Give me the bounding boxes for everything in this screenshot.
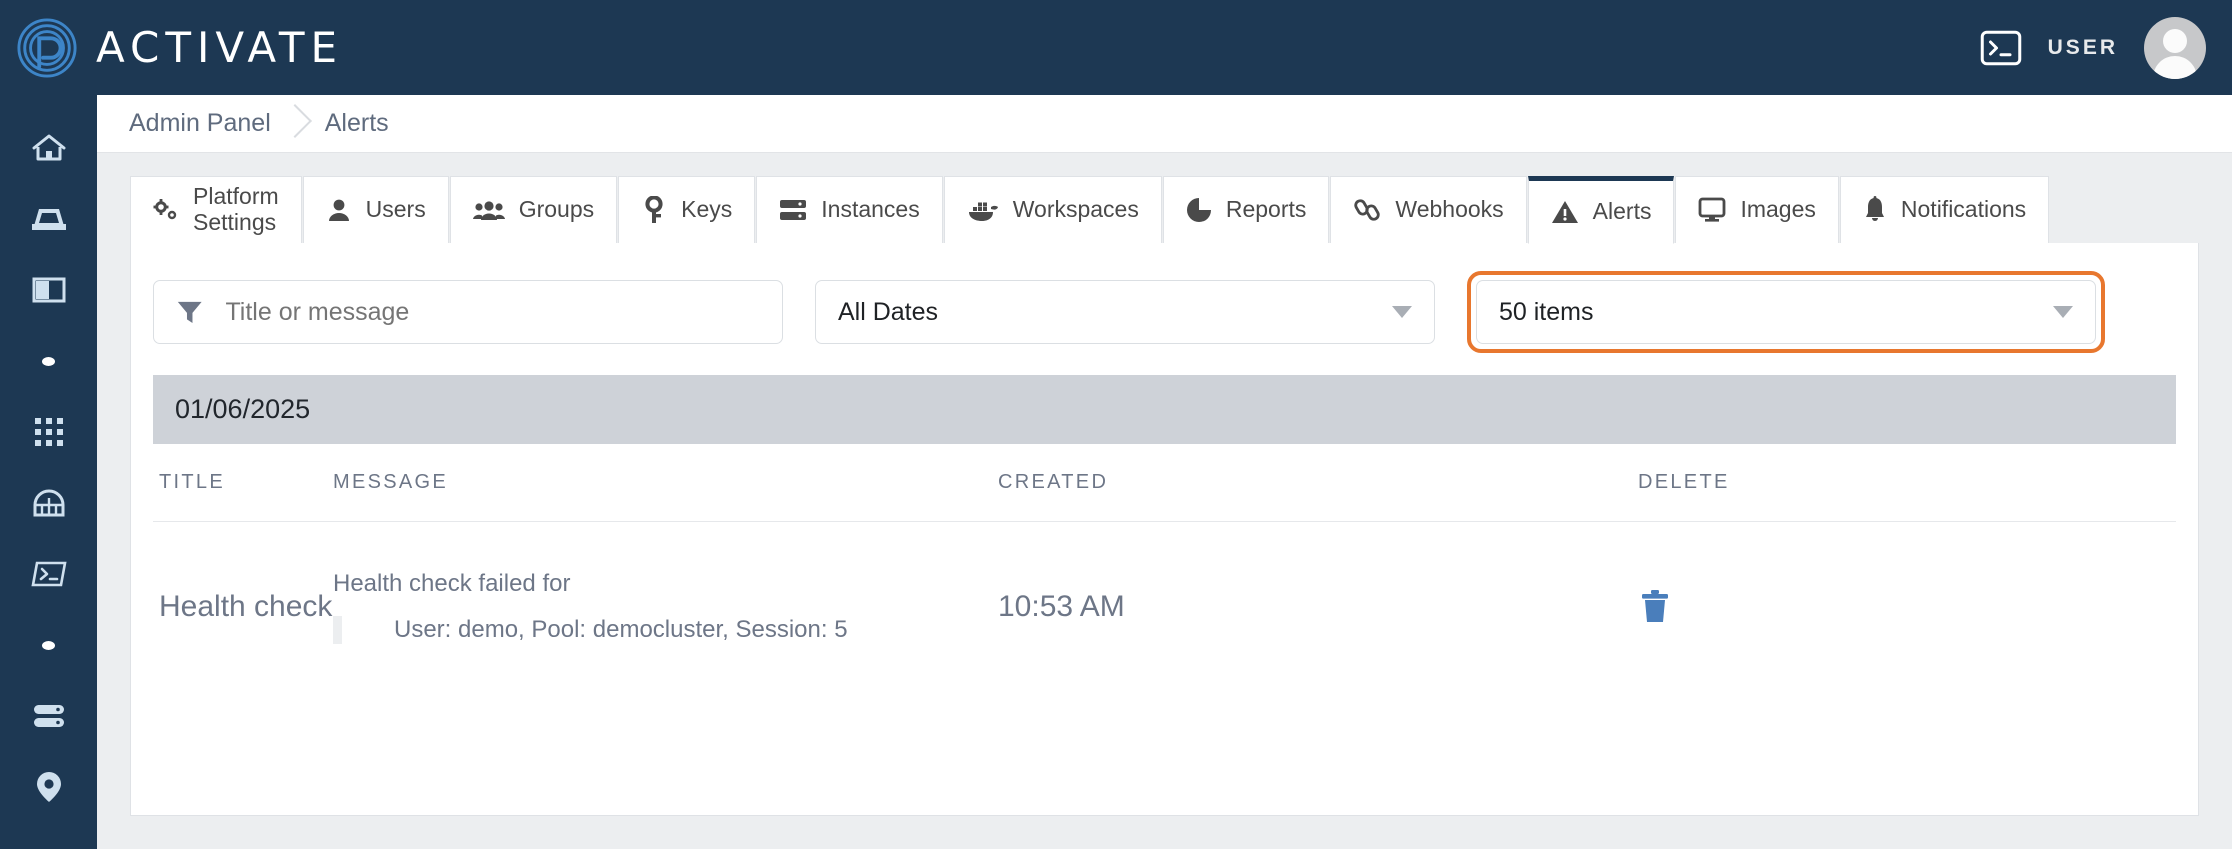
breadcrumb-item-admin-panel[interactable]: Admin Panel — [129, 109, 271, 138]
top-bar: ACTIVATE USER — [0, 0, 2232, 95]
breadcrumb-item-alerts[interactable]: Alerts — [325, 109, 389, 138]
sidebar-item-inbox[interactable] — [0, 194, 97, 244]
dot-icon — [42, 640, 55, 650]
terminal-icon[interactable] — [1980, 30, 2022, 66]
column-header-message: MESSAGE — [333, 471, 449, 493]
avatar[interactable] — [2144, 16, 2206, 79]
tab-label: Workspaces — [1012, 196, 1139, 223]
date-filter-select[interactable]: All Dates — [815, 280, 1435, 344]
date-group-label: 01/06/2025 — [175, 394, 311, 424]
sidebar-item-gateway[interactable] — [0, 478, 97, 528]
column-header-title: TITLE — [159, 471, 225, 493]
top-bar-actions: USER — [1980, 16, 2206, 79]
tab-images[interactable]: Images — [1675, 176, 1839, 244]
tab-reports[interactable]: Reports — [1162, 176, 1330, 244]
docker-icon — [967, 198, 999, 222]
tab-alerts[interactable]: Alerts — [1527, 176, 1675, 244]
filter-funnel-icon — [177, 301, 202, 323]
sidebar-item-servers[interactable] — [0, 691, 97, 741]
sidebar-item-apps[interactable] — [0, 407, 97, 457]
tab-label: Groups — [518, 196, 595, 223]
sidebar-item-dot-2[interactable] — [0, 620, 97, 670]
brand[interactable]: ACTIVATE — [16, 17, 343, 79]
breadcrumb: Admin Panel Alerts — [97, 95, 2232, 153]
tab-keys[interactable]: Keys — [618, 176, 756, 244]
date-filter-value: All Dates — [838, 297, 939, 326]
dot-icon — [42, 356, 55, 366]
page-size-select[interactable]: 50 items — [1476, 280, 2096, 344]
tab-label: Users — [365, 196, 426, 223]
key-icon — [641, 196, 667, 224]
avatar-head — [2163, 28, 2187, 53]
panel-layout-icon — [32, 277, 65, 303]
sidebar-item-home[interactable] — [0, 123, 97, 173]
bell-icon — [1863, 196, 1887, 224]
chevron-down-icon — [2053, 306, 2073, 318]
table-row: Health check Health check failed for Use… — [153, 522, 2176, 692]
breadcrumb-separator-icon — [271, 95, 325, 153]
pie-chart-icon — [1186, 197, 1212, 223]
tab-label: Alerts — [1592, 198, 1652, 225]
tab-users[interactable]: Users — [302, 176, 449, 244]
alert-delete-cell — [1638, 589, 1938, 625]
tab-webhooks[interactable]: Webhooks — [1330, 176, 1527, 244]
inbox-tray-icon — [31, 209, 66, 230]
tab-label: Reports — [1225, 196, 1307, 223]
tab-label: Webhooks — [1395, 196, 1504, 223]
sidebar-item-panels[interactable] — [0, 265, 97, 315]
tab-label: Images — [1740, 196, 1816, 223]
alert-message-line: Health check failed for — [333, 570, 571, 597]
page-size-highlight: 50 items — [1467, 271, 2105, 353]
alerts-panel: All Dates 50 items 01/06/2025 TITLE MESS… — [130, 243, 2199, 816]
tab-label: Instances — [821, 196, 920, 223]
content-area: Admin Panel Alerts Platform Settings Use… — [97, 95, 2232, 849]
search-input-wrapper[interactable] — [153, 280, 783, 344]
page-size-value: 50 items — [1499, 297, 1594, 326]
monitor-icon — [1698, 197, 1726, 223]
tab-instances[interactable]: Instances — [756, 176, 943, 244]
tab-platform-settings[interactable]: Platform Settings — [130, 176, 302, 244]
avatar-body — [2153, 55, 2197, 79]
sidebar-item-terminal[interactable] — [0, 549, 97, 599]
column-header-created: CREATED — [998, 471, 1109, 493]
link-icon — [1353, 196, 1381, 224]
trash-icon[interactable] — [1638, 589, 1672, 625]
search-input[interactable] — [225, 297, 760, 327]
user-label: USER — [2047, 35, 2118, 59]
tunnel-arch-icon — [33, 489, 64, 517]
sidebar-item-location[interactable] — [0, 762, 97, 812]
terminal-icon — [30, 561, 67, 587]
server-stack-icon — [33, 705, 64, 727]
tab-label: Keys — [681, 196, 733, 223]
table-header-row: TITLE MESSAGE CREATED DELETE — [153, 444, 2176, 522]
grid-apps-icon — [34, 418, 63, 446]
fingerprint-p-logo — [17, 17, 77, 78]
home-icon — [32, 134, 65, 161]
alert-message-detail: User: demo, Pool: democluster, Session: … — [333, 616, 998, 644]
alert-created-time: 10:53 AM — [998, 590, 1125, 623]
user-icon — [326, 197, 352, 223]
tab-groups[interactable]: Groups — [449, 176, 618, 244]
users-icon — [472, 197, 505, 223]
tab-workspaces[interactable]: Workspaces — [943, 176, 1162, 244]
alert-title: Health check — [159, 590, 333, 623]
alert-message: Health check failed for User: demo, Pool… — [333, 570, 998, 644]
tab-bar: Platform Settings Users Groups Keys Inst — [130, 176, 2199, 244]
map-pin-icon — [36, 772, 61, 802]
cogs-icon — [153, 198, 179, 222]
filter-bar: All Dates 50 items — [131, 243, 2198, 353]
tab-label: Platform Settings — [193, 183, 279, 235]
tab-notifications[interactable]: Notifications — [1839, 176, 2050, 244]
warning-icon — [1551, 199, 1579, 225]
sidebar-item-dot-1[interactable] — [0, 336, 97, 386]
column-header-delete: DELETE — [1638, 471, 1730, 493]
tab-label: Notifications — [1900, 196, 2027, 223]
date-group-header: 01/06/2025 — [153, 375, 2176, 444]
sidebar — [0, 95, 97, 849]
brand-name: ACTIVATE — [96, 23, 344, 72]
chevron-down-icon — [1392, 306, 1412, 318]
server-icon — [779, 198, 807, 222]
